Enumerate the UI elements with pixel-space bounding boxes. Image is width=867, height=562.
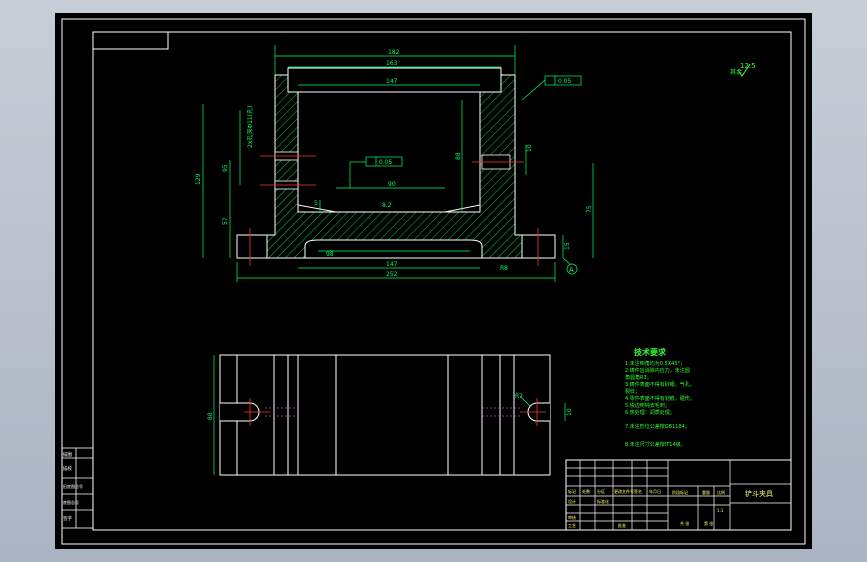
side-label: 描校 xyxy=(63,465,72,472)
dim-hole-note: 2x孔深Φ11(孔) xyxy=(246,106,254,148)
left-foot xyxy=(236,234,268,259)
dim-bottom-slot: 98 xyxy=(326,251,334,258)
tb-standard: 标准化 xyxy=(597,498,609,504)
dim-bottom-inner: 147 xyxy=(386,261,398,268)
right-foot xyxy=(521,234,556,259)
tb-design: 设计 xyxy=(568,498,576,504)
tech-req-title: 技术要求 xyxy=(634,347,667,357)
tech-req-line: 4.零件表面不得有划痕，碰伤； xyxy=(625,395,695,402)
side-label: 旧底图总号 xyxy=(63,483,83,489)
tb-review: 审核 xyxy=(568,514,576,520)
tb-label: 更改文件号 xyxy=(614,488,634,494)
cad-drawing-viewport: 12.5 其余 0.05 0.05 A 182 163 147 90 8.2 9… xyxy=(55,13,812,549)
tolerance-top-value: 0.05 xyxy=(558,78,572,85)
tech-req-line: 2.铸件应消除内应力，未注圆 xyxy=(625,367,690,374)
tb-total-sheets: 共 张 xyxy=(680,520,689,526)
tech-req-line: 5.锐边倒钝去毛刺； xyxy=(625,402,670,409)
tech-req-line: 8.未注尺寸公差按IT14级。 xyxy=(625,441,686,448)
tb-stage: 阶段标记 xyxy=(672,489,688,495)
datum-label: A xyxy=(569,266,574,274)
tb-label: 签名 xyxy=(634,488,642,494)
dim-right-hole: 10 xyxy=(526,144,533,152)
top-view-10: 10 xyxy=(566,408,573,416)
dim-right-height: 75 xyxy=(586,205,593,213)
dim-bottom-radius: R8 xyxy=(500,265,508,272)
tech-req-line: 6.热处理：调质处理； xyxy=(625,409,675,416)
side-label: 底图总号 xyxy=(63,499,79,505)
top-view-height: 88 xyxy=(207,412,214,420)
surface-finish-note: 其余 xyxy=(730,68,742,76)
surface-finish-value: 12.5 xyxy=(740,62,756,70)
tb-label: 标记 xyxy=(568,488,576,494)
tb-scale-value: 1:1 xyxy=(717,508,724,513)
side-label: 描图 xyxy=(63,451,72,458)
tech-req-line: 3.铸件表面不得有砂眼，气孔， xyxy=(625,381,695,388)
dim-top-overall: 182 xyxy=(388,49,400,56)
drawing-sheet xyxy=(55,13,812,549)
tb-approve: 批准 xyxy=(618,522,626,528)
dim-top-inner-outer: 163 xyxy=(386,60,398,67)
top-view-radius: R7 xyxy=(515,393,523,400)
tech-req-line: 角圆角R3； xyxy=(625,374,652,381)
tech-req-line: 1.未注倒角均为0.5X45°； xyxy=(625,360,685,367)
tech-req-line: 7.未注形位公差按GB1184； xyxy=(625,423,690,430)
tb-weight: 重量 xyxy=(702,489,710,495)
side-label: 签字 xyxy=(63,515,72,522)
dim-center-small: 8.2 xyxy=(382,202,392,209)
dim-right-mid: 88 xyxy=(455,152,462,160)
dim-small-5: 5 xyxy=(314,200,318,207)
dim-top-inner: 147 xyxy=(386,78,398,85)
dim-left-lower: 57 xyxy=(222,217,229,225)
tb-process: 工艺 xyxy=(568,523,576,528)
tolerance-center-value: 0.05 xyxy=(379,159,393,166)
dim-left-height: 129 xyxy=(195,173,202,185)
dim-middle: 90 xyxy=(388,181,396,188)
dim-left-upper: 95 xyxy=(222,164,229,172)
tb-sheet: 第 张 xyxy=(704,520,713,526)
part-name: 铲斗夹具 xyxy=(745,489,773,498)
tb-label: 处数 xyxy=(582,488,590,494)
tb-label: 年月日 xyxy=(649,488,661,494)
dim-bottom-overall: 252 xyxy=(386,271,398,278)
dim-right-bottom: 15 xyxy=(564,242,571,250)
tb-label: 分区 xyxy=(597,488,605,494)
tb-scale-label: 比例 xyxy=(717,489,725,495)
tech-req-line: 裂纹； xyxy=(625,388,640,395)
